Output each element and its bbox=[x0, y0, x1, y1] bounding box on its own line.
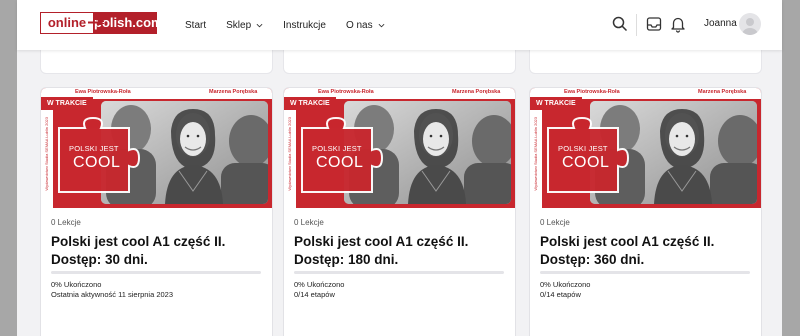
cover-title-line1: POLSKI JEST bbox=[312, 144, 362, 153]
cover-side-text: Wydawnictwo Studia SEMAA Lublin 2023 bbox=[287, 117, 292, 191]
course-cover-image[interactable]: Ewa Piotrowska-Roła Marzena Porębska Wyd… bbox=[41, 88, 272, 208]
progress-text: 0% Ukończono bbox=[294, 280, 345, 289]
progress-bar bbox=[540, 271, 750, 274]
status-badge: W TRAKCIE bbox=[530, 97, 582, 110]
cover-title-line1: POLSKI JEST bbox=[558, 144, 608, 153]
plug-icon bbox=[88, 20, 104, 25]
course-card[interactable]: Ewa Piotrowska-Roła Marzena Porębska Wyd… bbox=[529, 87, 762, 336]
cover-title-line2: COOL bbox=[316, 154, 364, 171]
lesson-count: 0 Lekcje bbox=[51, 218, 81, 227]
nav-item-instrukcje[interactable]: Instrukcje bbox=[283, 20, 326, 31]
nav-item-label: O nas bbox=[345, 19, 373, 31]
nav-item-label: Start bbox=[185, 19, 207, 31]
logo-left-text: online bbox=[40, 12, 94, 34]
course-status-text: 0/14 etapów bbox=[540, 290, 581, 299]
nav-item-label: Sklep bbox=[226, 19, 252, 31]
bell-icon[interactable] bbox=[669, 15, 687, 33]
cover-author-left: Ewa Piotrowska-Roła bbox=[564, 89, 620, 95]
cover-author-left: Ewa Piotrowska-Roła bbox=[75, 89, 131, 95]
lesson-count: 0 Lekcje bbox=[294, 218, 324, 227]
chevron-down-icon bbox=[378, 23, 385, 27]
course-card[interactable]: Ewa Piotrowska-Roła Marzena Porębska Wyd… bbox=[283, 87, 516, 336]
lesson-count: 0 Lekcje bbox=[540, 218, 570, 227]
nav-item-label: Instrukcje bbox=[283, 19, 326, 31]
user-name[interactable]: Joanna bbox=[704, 18, 737, 29]
nav-item-start[interactable]: Start bbox=[185, 20, 206, 31]
site-header: online polish.com Start Sklep Instrukcje… bbox=[17, 0, 782, 50]
cover-title-line2: COOL bbox=[73, 154, 121, 171]
cover-side-text: Wydawnictwo Studia SEMAA Lublin 2023 bbox=[44, 117, 49, 191]
cover-author-left: Ewa Piotrowska-Roła bbox=[318, 89, 374, 95]
progress-bar bbox=[294, 271, 504, 274]
course-status-text: 0/14 etapów bbox=[294, 290, 335, 299]
course-title[interactable]: Polski jest cool A1 część II. Dostęp: 30… bbox=[51, 233, 266, 269]
cover-author-right: Marzena Porębska bbox=[209, 89, 258, 95]
inbox-icon[interactable] bbox=[645, 15, 663, 33]
header-divider bbox=[636, 14, 637, 36]
nav-item-sklep[interactable]: Sklep bbox=[226, 20, 263, 31]
site-logo[interactable]: online polish.com bbox=[40, 12, 163, 34]
nav-item-o-nas[interactable]: O nas bbox=[346, 20, 385, 31]
search-icon[interactable] bbox=[611, 15, 629, 33]
progress-text: 0% Ukończono bbox=[540, 280, 591, 289]
progress-text: 0% Ukończono bbox=[51, 280, 102, 289]
course-card[interactable]: Ewa Piotrowska-Roła Marzena Porębska Wyd… bbox=[40, 87, 273, 336]
progress-bar bbox=[51, 271, 261, 274]
status-badge: W TRAKCIE bbox=[284, 97, 336, 110]
cover-side-strip: Wydawnictwo Studia SEMAA Lublin 2023 bbox=[530, 99, 542, 208]
cover-side-strip: Wydawnictwo Studia SEMAA Lublin 2023 bbox=[41, 99, 53, 208]
cover-title-line2: COOL bbox=[562, 154, 610, 171]
cover-title-line1: POLSKI JEST bbox=[69, 144, 119, 153]
cover-author-right: Marzena Porębska bbox=[698, 89, 747, 95]
course-cover-image[interactable]: Ewa Piotrowska-Roła Marzena Porębska Wyd… bbox=[284, 88, 515, 208]
course-status-text: Ostatnia aktywność 11 sierpnia 2023 bbox=[51, 290, 174, 299]
course-title[interactable]: Polski jest cool A1 część II. Dostęp: 18… bbox=[294, 233, 509, 269]
cover-author-right: Marzena Porębska bbox=[452, 89, 501, 95]
course-title[interactable]: Polski jest cool A1 część II. Dostęp: 36… bbox=[540, 233, 755, 269]
user-silhouette-icon bbox=[742, 18, 758, 35]
cover-side-strip: Wydawnictwo Studia SEMAA Lublin 2023 bbox=[284, 99, 296, 208]
main-nav: Start Sklep Instrukcje O nas bbox=[185, 0, 405, 50]
cover-side-text: Wydawnictwo Studia SEMAA Lublin 2023 bbox=[533, 117, 538, 191]
avatar[interactable] bbox=[739, 13, 761, 35]
status-badge: W TRAKCIE bbox=[41, 97, 93, 110]
course-cover-image[interactable]: Ewa Piotrowska-Roła Marzena Porębska Wyd… bbox=[530, 88, 761, 208]
chevron-down-icon bbox=[256, 23, 263, 27]
